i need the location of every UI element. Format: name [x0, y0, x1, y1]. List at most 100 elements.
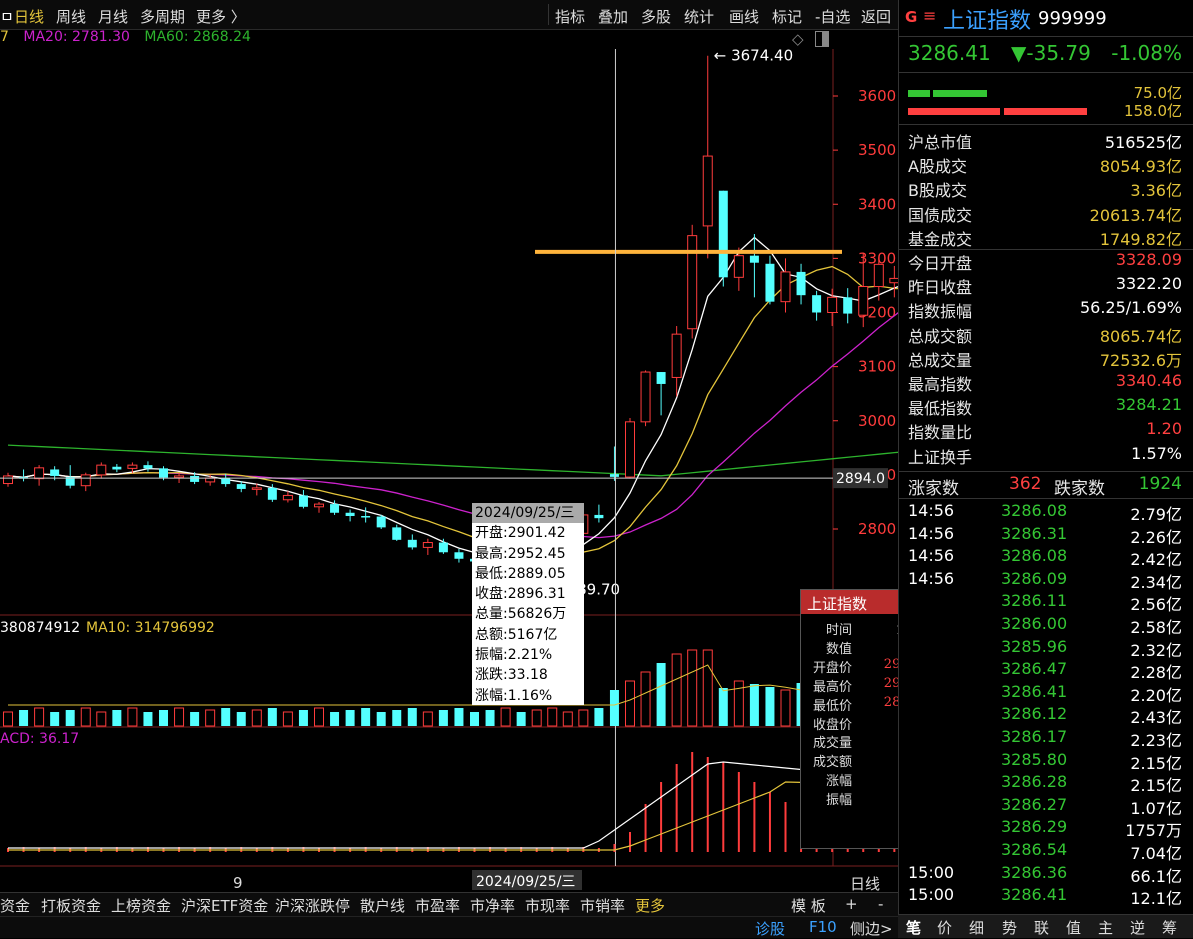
back-button[interactable]: 返回 — [861, 6, 891, 27]
template-button[interactable]: 模 板 — [791, 895, 826, 916]
candle-body — [221, 478, 231, 485]
tab-list-funds[interactable]: 上榜资金 — [111, 895, 171, 916]
tab-more[interactable]: 更多 〉 — [196, 6, 246, 27]
tab-pb[interactable]: 市净率 — [470, 895, 515, 916]
ma10-line — [7, 265, 898, 557]
tick-price: 3286.00 — [1001, 614, 1068, 633]
crosshair-value: 2894.0 — [836, 471, 885, 487]
volume-ma-legend: MA10: 314796992 — [86, 620, 215, 636]
candle-body — [625, 421, 635, 478]
tick-volume: 2.56亿 — [1130, 595, 1182, 615]
ma20-line — [7, 312, 898, 539]
price-tick-label: 3100 — [858, 358, 896, 376]
multi-stock-button[interactable]: 多股 — [641, 6, 671, 27]
stat-label: 指数振幅 — [908, 302, 973, 322]
tick-volume: 2.79亿 — [1130, 505, 1182, 524]
tick-volume: 12.1亿 — [1130, 889, 1182, 909]
draw-line-button[interactable]: 画线 — [729, 6, 759, 27]
stat-label: 基金成交 — [908, 229, 973, 249]
stat-value: 1.57% — [1131, 443, 1182, 463]
candle — [376, 514, 386, 529]
side-tab[interactable]: 势 — [1002, 917, 1017, 938]
side-tab[interactable]: 筹 — [1162, 917, 1177, 938]
quote-panel: G ≡ 上证指数 999999 3286.41 ▼-35.79 -1.08% 7… — [898, 0, 1193, 937]
tab-etf-funds[interactable]: 沪深ETF资金 — [181, 895, 268, 916]
menu-icon[interactable]: ≡ — [923, 6, 936, 25]
volume-bar — [159, 710, 168, 726]
tab-retail-line[interactable]: 散户线 — [360, 895, 405, 916]
stat-label: 总成交额 — [908, 326, 973, 346]
candle — [843, 288, 853, 324]
candle — [812, 290, 822, 321]
popup-label: 最高价 — [812, 679, 852, 695]
tick-price: 3286.41 — [1001, 885, 1068, 905]
tab-pcf[interactable]: 市现率 — [525, 895, 570, 916]
candle-body — [843, 297, 853, 314]
candle — [873, 258, 884, 301]
dif-line — [8, 761, 898, 849]
tick-row: 3286.11 2.56亿 — [899, 591, 1193, 614]
tab-ps[interactable]: 市销率 — [580, 895, 625, 916]
tab-funds[interactable]: 资金 — [0, 895, 30, 916]
candle — [345, 509, 355, 522]
toolbar-divider — [548, 4, 549, 25]
logo-icon: G — [905, 8, 918, 26]
side-tab[interactable]: 联 — [1034, 917, 1049, 938]
remove-button[interactable]: - — [878, 895, 883, 913]
side-tab[interactable]: 笔 — [906, 917, 921, 938]
fall-label: 跌家数 — [1054, 479, 1105, 499]
volume-bar — [454, 708, 464, 726]
watchlist-button[interactable]: -自选 — [815, 6, 850, 27]
candle-body — [143, 465, 153, 469]
diagnose-link[interactable]: 诊股 — [755, 918, 785, 939]
tick-price: 3286.11 — [1001, 591, 1068, 611]
tab-monthly[interactable]: 月线 — [98, 6, 128, 27]
tick-row: 14:56 3286.08 2.42亿 — [899, 546, 1193, 569]
high-label: ← 3674.40 — [714, 47, 793, 65]
side-tab[interactable]: 价 — [937, 917, 952, 938]
tick-time: 15:00 — [908, 862, 955, 882]
side-tab[interactable]: 主 — [1098, 917, 1113, 938]
tab-multi-period[interactable]: 多周期 — [140, 6, 185, 27]
candle — [143, 461, 153, 472]
candle-body — [780, 271, 791, 303]
price-change-pct: -1.08% — [1111, 41, 1182, 65]
tab-pe[interactable]: 市盈率 — [415, 895, 460, 916]
add-button[interactable]: + — [845, 895, 858, 913]
volume-bar — [718, 688, 728, 726]
tick-row: 3285.80 2.15亿 — [899, 750, 1193, 773]
f10-link[interactable]: F10 — [809, 918, 837, 936]
volume-bar — [174, 707, 185, 727]
candle — [765, 255, 775, 305]
stat-value: 8054.93亿 — [1099, 157, 1182, 177]
popup-label: 成交量 — [812, 736, 852, 752]
side-tab[interactable]: 细 — [969, 917, 984, 938]
tooltip-line: 总额:5167亿 — [475, 626, 558, 643]
mark-button[interactable]: 标记 — [772, 6, 802, 27]
popup-label: 开盘价 — [812, 660, 852, 676]
kline-chart[interactable]: 360035003400330032003100300029002800← 36… — [0, 29, 898, 892]
statistics-button[interactable]: 统计 — [684, 6, 714, 27]
overlay-button[interactable]: 叠加 — [598, 6, 628, 27]
candle — [34, 465, 45, 486]
side-tab[interactable]: 值 — [1066, 917, 1081, 938]
tick-volume: 1757万 — [1125, 821, 1182, 841]
tab-daily[interactable]: 日线 — [14, 6, 44, 27]
candle-body — [96, 464, 107, 476]
sidebar-toggle[interactable]: 侧边> — [850, 918, 893, 939]
tooltip-line: 收盘:2896.31 — [475, 586, 566, 603]
tick-row: 3286.17 2.23亿 — [899, 727, 1193, 750]
side-tab[interactable]: 逆 — [1130, 917, 1145, 938]
menu-glyph[interactable]: ㅁ — [0, 6, 14, 27]
indicator-button[interactable]: 指标 — [555, 6, 585, 27]
tab-weekly[interactable]: 周线 — [56, 6, 86, 27]
candle — [780, 258, 791, 313]
tooltip-line: 开盘:2901.42 — [475, 525, 566, 542]
tab-limit-updown[interactable]: 沪深涨跌停 — [275, 895, 350, 916]
tab-more[interactable]: 更多 — [635, 895, 665, 916]
price-tick-label: 3500 — [858, 141, 896, 159]
tick-volume: 2.28亿 — [1130, 663, 1182, 683]
status-bar: 诊股 F10 侧边> — [0, 916, 898, 938]
quote-header: G ≡ 上证指数 999999 — [899, 0, 1193, 36]
tab-limit-funds[interactable]: 打板资金 — [41, 895, 101, 916]
